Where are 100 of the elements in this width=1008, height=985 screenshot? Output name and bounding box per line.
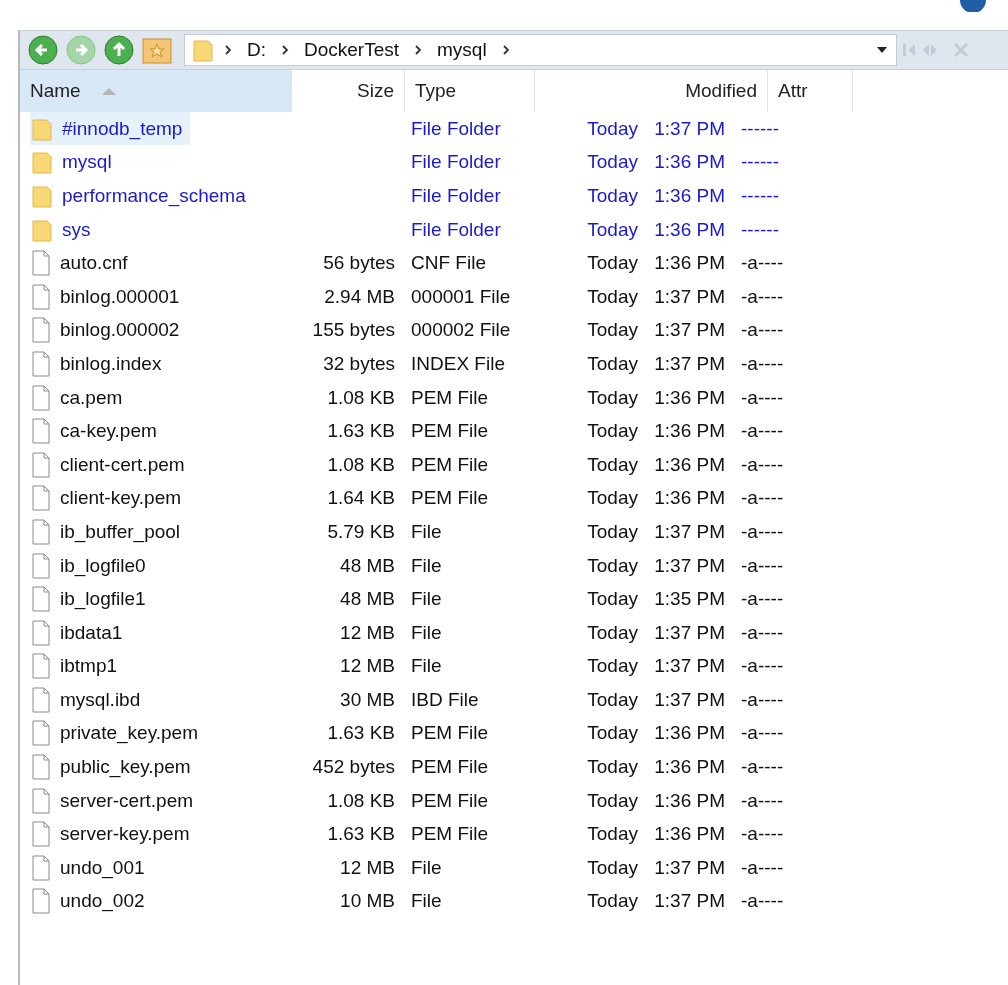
file-row-name[interactable]: private_key.pem <box>30 717 206 750</box>
column-header[interactable]: Name <box>20 70 292 112</box>
file-row-name[interactable]: ibdata1 <box>30 616 131 650</box>
attr-cell: -a---- <box>741 856 784 878</box>
date-cell: Today <box>587 756 638 778</box>
size-cell: 2.94 MB <box>324 285 395 307</box>
file-row-name[interactable]: ca.pem <box>30 381 131 415</box>
type-cell: PEM File <box>411 823 489 845</box>
size-cell: 30 MB <box>340 688 395 710</box>
file-row-name[interactable]: undo_001 <box>30 851 153 885</box>
address-bar[interactable]: D: DockerTest mysql <box>184 34 897 66</box>
time-cell: 1:35 PM <box>654 588 725 610</box>
type-cell: PEM File <box>411 487 489 509</box>
column-header[interactable]: Modified <box>535 70 768 112</box>
size-cell: 5.79 KB <box>327 520 395 542</box>
size-cell: 1.08 KB <box>327 386 395 408</box>
type-cell: File Folder <box>411 151 501 173</box>
type-cell: File Folder <box>411 218 501 240</box>
date-cell: Today <box>587 352 638 374</box>
file-icon <box>32 552 50 579</box>
file-icon <box>32 754 50 781</box>
file-name: binlog.index <box>60 352 162 375</box>
size-cell: 10 MB <box>340 890 395 912</box>
type-cell: INDEX File <box>411 352 505 374</box>
file-row-name[interactable]: binlog.000002 <box>30 313 188 347</box>
file-icon <box>32 317 50 344</box>
type-cell: PEM File <box>411 386 489 408</box>
up-button[interactable] <box>102 33 136 67</box>
type-cell: IBD File <box>411 688 479 710</box>
type-cell: PEM File <box>411 722 489 744</box>
date-cell: Today <box>587 285 638 307</box>
file-name: binlog.000002 <box>60 319 180 342</box>
size-cell: 1.63 KB <box>327 823 395 845</box>
attr-cell: -a---- <box>741 386 784 408</box>
type-cell: PEM File <box>411 453 489 475</box>
date-cell: Today <box>587 319 638 341</box>
dropdown-icon[interactable] <box>876 46 888 54</box>
file-row-name[interactable]: #innodb_temp <box>30 112 191 146</box>
file-row-name[interactable]: server-cert.pem <box>30 784 202 818</box>
chevron-icon <box>413 44 424 56</box>
date-cell: Today <box>587 688 638 710</box>
date-cell: Today <box>587 856 638 878</box>
date-cell: Today <box>587 554 638 576</box>
file-row-name[interactable]: binlog.000001 <box>30 280 188 314</box>
file-icon <box>32 384 50 411</box>
file-icon <box>32 854 50 881</box>
size-cell: 452 bytes <box>312 756 395 778</box>
file-row-name[interactable]: ib_logfile0 <box>30 549 154 582</box>
time-cell: 1:36 PM <box>654 151 725 173</box>
file-row-name[interactable]: server-key.pem <box>30 817 198 851</box>
type-cell: PEM File <box>411 789 489 811</box>
column-header[interactable]: Size <box>292 70 405 112</box>
file-row-name[interactable]: sys <box>30 213 99 247</box>
breadcrumb[interactable]: DockerTest <box>300 39 404 61</box>
time-cell: 1:36 PM <box>654 252 725 274</box>
date-cell: Today <box>587 588 638 610</box>
attr-cell: -a---- <box>741 352 784 374</box>
date-cell: Today <box>587 252 638 274</box>
file-row-name[interactable]: ca-key.pem <box>30 414 165 448</box>
file-row-name[interactable]: client-key.pem <box>30 481 190 515</box>
folder-icon <box>32 184 52 208</box>
file-icon <box>32 653 50 680</box>
column-header[interactable]: Attr <box>768 70 853 112</box>
type-cell: File <box>411 621 442 643</box>
sort-up-icon <box>100 86 117 96</box>
file-row-name[interactable]: mysql.ibd <box>30 683 149 717</box>
attr-cell: ------ <box>741 151 779 173</box>
time-cell: 1:37 PM <box>654 117 725 139</box>
file-name: ibdata1 <box>60 621 123 644</box>
file-row-name[interactable]: ib_buffer_pool <box>30 515 189 549</box>
breadcrumb[interactable]: mysql <box>433 39 491 61</box>
size-cell: 1.63 KB <box>327 420 395 442</box>
time-cell: 1:36 PM <box>654 453 725 475</box>
file-row-name[interactable]: undo_002 <box>30 884 153 918</box>
folder-icon <box>32 116 52 141</box>
time-cell: 1:37 PM <box>654 352 725 374</box>
file-row-name[interactable]: auto.cnf <box>30 246 136 280</box>
file-row-name[interactable]: client-cert.pem <box>30 448 193 482</box>
file-row-name[interactable]: public_key.pem <box>30 750 199 784</box>
time-cell: 1:36 PM <box>654 789 725 811</box>
date-cell: Today <box>587 621 638 643</box>
file-row-name[interactable]: performance_schema <box>30 179 254 213</box>
size-cell: 56 bytes <box>323 252 395 274</box>
file-row-name[interactable]: mysql <box>30 145 120 179</box>
time-cell: 1:37 PM <box>654 655 725 677</box>
size-cell: 32 bytes <box>323 352 395 374</box>
size-cell: 48 MB <box>340 554 395 576</box>
file-row-name[interactable]: binlog.index <box>30 347 170 381</box>
size-cell: 12 MB <box>340 856 395 878</box>
date-cell: Today <box>587 185 638 206</box>
file-row-name[interactable]: ibtmp1 <box>30 649 126 683</box>
back-button[interactable] <box>26 33 60 67</box>
column-header[interactable]: Type <box>405 70 535 112</box>
date-cell: Today <box>587 487 638 509</box>
breadcrumb[interactable]: D: <box>243 39 270 61</box>
file-name: ca-key.pem <box>60 420 157 443</box>
time-cell: 1:37 PM <box>654 319 725 341</box>
date-cell: Today <box>587 151 638 173</box>
time-cell: 1:36 PM <box>654 185 725 206</box>
file-row-name[interactable]: ib_logfile1 <box>30 582 154 616</box>
